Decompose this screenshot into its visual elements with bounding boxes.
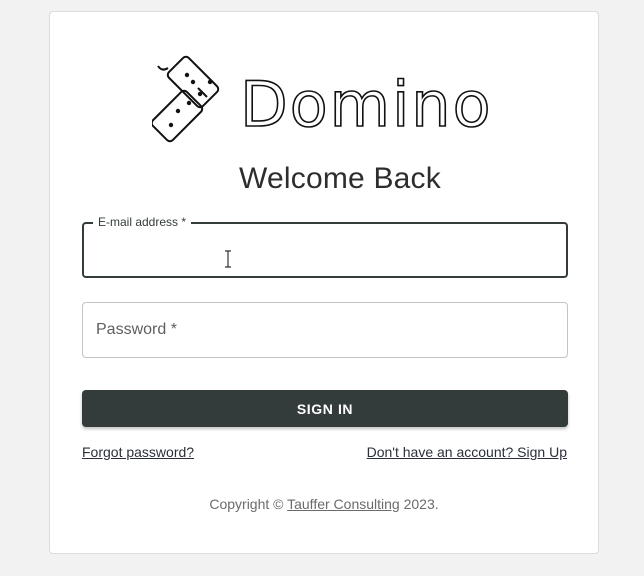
password-field[interactable]: Password *: [82, 302, 568, 358]
brand-wordmark: Domino: [240, 68, 493, 141]
login-card: Domino Welcome Back E-mail address * Pas…: [49, 11, 599, 554]
copyright-text: Copyright © Tauffer Consulting 2023.: [50, 496, 598, 512]
company-link[interactable]: Tauffer Consulting: [287, 496, 400, 512]
forgot-password-link[interactable]: Forgot password?: [82, 444, 194, 460]
email-field[interactable]: E-mail address *: [82, 215, 568, 278]
password-input[interactable]: [83, 303, 567, 357]
sign-in-button[interactable]: SIGN IN: [82, 390, 568, 427]
page-title: Welcome Back: [239, 162, 441, 195]
text-cursor-icon: [225, 250, 231, 268]
copyright-prefix: Copyright ©: [209, 496, 288, 512]
email-input[interactable]: [84, 224, 566, 276]
sign-up-link[interactable]: Don't have an account? Sign Up: [367, 444, 567, 460]
domino-logo: Domino: [152, 55, 493, 143]
domino-tile-icon: [152, 55, 220, 143]
copyright-year: 2023.: [399, 496, 439, 512]
